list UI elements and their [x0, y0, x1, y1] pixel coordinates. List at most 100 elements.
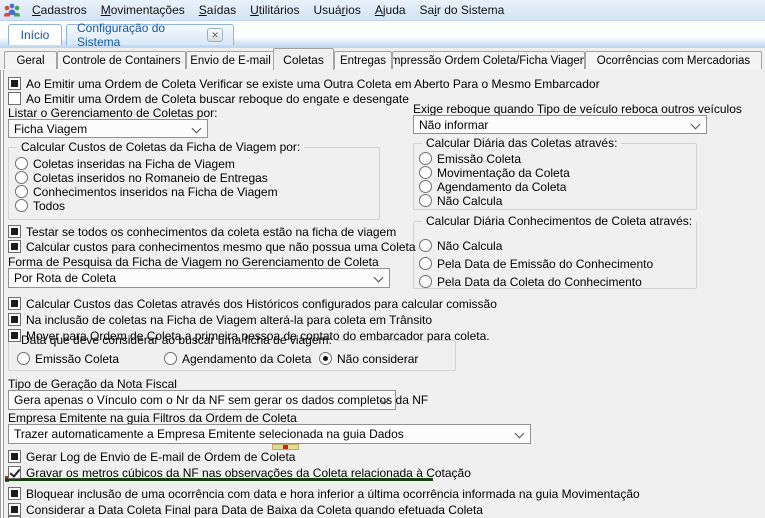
radio-row[interactable]: Não Calcula — [419, 194, 696, 210]
radio-button[interactable] — [419, 180, 432, 193]
checkbox-label: Gravar os metros cúbicos da NF nas obser… — [26, 466, 471, 480]
checkbox[interactable] — [8, 503, 21, 516]
subtab-impressao-ordem-coleta[interactable]: Impressão Ordem Coleta/Ficha Viagem — [392, 51, 585, 69]
radio-button[interactable] — [419, 166, 432, 179]
radio-label: Coletas inseridos no Romaneio de Entrega… — [33, 171, 268, 185]
radio-label: Agendamento da Coleta — [182, 352, 312, 366]
close-tab-icon[interactable]: ✕ — [207, 28, 223, 42]
groupbox-title: Calcular Custos de Coletas da Ficha de V… — [17, 140, 305, 154]
radio-row[interactable]: Pela Data da Coleta do Conhecimento — [419, 275, 696, 291]
menu-movimentacoes[interactable]: Movimentações — [94, 1, 192, 19]
checkbox-label: Ao Emitir uma Ordem de Coleta Verificar … — [26, 77, 600, 91]
checkbox-label: Calcular custos para conhecimentos mesmo… — [26, 240, 416, 254]
checkbox[interactable] — [8, 487, 21, 500]
radio-button[interactable] — [419, 275, 432, 288]
document-tab-strip: Início Configuração do Sistema ✕ — [0, 21, 765, 49]
radio-row[interactable]: Todos — [15, 199, 379, 215]
radio-row[interactable]: Pela Data de Emissão do Conhecimento — [419, 257, 696, 273]
checkbox-label: Testar se todos os conhecimentos da cole… — [26, 225, 397, 239]
radio-button[interactable] — [319, 352, 332, 365]
radio-button[interactable] — [164, 352, 177, 365]
radio-label: Movimentação da Coleta — [437, 166, 570, 180]
subtab-envio-de-email[interactable]: Envio de E-mail — [186, 51, 275, 69]
checkbox-label: Mover para Ordem de Coleta a primeira pe… — [26, 329, 490, 343]
subtab-controle-de-containers[interactable]: Controle de Containers — [57, 51, 186, 69]
radio-row[interactable]: Não considerar — [319, 352, 464, 368]
subtab-ocorrencias-mercadorias[interactable]: Ocorrências com Mercadorias — [585, 51, 762, 69]
checkbox-row[interactable]: Ao Emitir uma Ordem de Coleta buscar reb… — [8, 92, 765, 108]
menu-sair-do-sistema[interactable]: Sair do Sistema — [413, 1, 512, 19]
settings-tab-bar: Geral Controle de Containers Envio de E-… — [0, 48, 765, 118]
listar-gerenciamento-combo[interactable]: Ficha Viagem — [8, 119, 208, 138]
radio-button[interactable] — [15, 171, 28, 184]
checkbox-row[interactable]: Gerar Log de Envio de E-mail de Ordem de… — [8, 450, 765, 466]
listar-gerenciamento-label: Listar o Gerenciamento de Coletas por: — [8, 106, 218, 120]
checkbox-label: Calcular Custos das Coletas através dos … — [26, 297, 497, 311]
radio-button[interactable] — [15, 185, 28, 198]
subtab-geral[interactable]: Geral — [4, 51, 57, 69]
subtab-entregas[interactable]: Entregas — [334, 51, 392, 69]
subtab-coletas[interactable]: Coletas — [273, 48, 334, 70]
menu-ajuda[interactable]: Ajuda — [368, 1, 413, 19]
radio-label: Coletas inseridas na Ficha de Viagem — [33, 157, 235, 171]
chevron-down-icon — [191, 123, 202, 134]
menu-usuarios[interactable]: Usuários — [306, 1, 367, 19]
app-window: Cadastros Movimentações Saídas Utilitári… — [0, 0, 765, 518]
radio-button[interactable] — [17, 352, 30, 365]
checkbox-row[interactable]: Mover para Ordem de Coleta a primeira pe… — [8, 329, 765, 345]
chevron-down-icon — [514, 428, 525, 439]
menu-utilitarios[interactable]: Utilitários — [243, 1, 306, 19]
radio-label: Não Calcula — [437, 194, 503, 208]
checkbox[interactable] — [8, 313, 21, 326]
tipo-geracao-nf-combo[interactable]: Gera apenas o Vínculo com o Nr da NF sem… — [8, 390, 428, 410]
checkbox-row[interactable]: Na inclusão de coletas na Ficha de Viage… — [8, 313, 765, 329]
checkbox[interactable] — [8, 77, 21, 90]
checkbox-label: Na inclusão de coletas na Ficha de Viage… — [26, 313, 433, 327]
radio-label: Todos — [33, 199, 66, 213]
chevron-down-icon — [373, 272, 384, 283]
radio-row[interactable]: Agendamento da Coleta — [164, 352, 312, 368]
checkbox-label: Gerar Log de Envio de E-mail de Ordem de… — [26, 450, 296, 464]
radio-label: Emissão Coleta — [35, 352, 120, 366]
radio-button[interactable] — [419, 194, 432, 207]
checkbox-row[interactable]: Bloquear inclusão de uma ocorrência com … — [8, 487, 765, 503]
radio-row[interactable]: Emissão Coleta — [17, 352, 162, 368]
empresa-emitente-label: Empresa Emitente na guia Filtros da Orde… — [8, 411, 297, 425]
radio-label: Pela Data de Emissão do Conhecimento — [437, 257, 654, 271]
users-icon — [4, 3, 20, 17]
menu-cadastros[interactable]: Cadastros — [25, 1, 94, 19]
radio-button[interactable] — [419, 152, 432, 165]
radio-label: Não considerar — [337, 352, 419, 366]
exige-reboque-combo[interactable]: Não informar — [413, 115, 707, 134]
chevron-down-icon — [690, 119, 701, 130]
checkbox-label: Ao Emitir uma Ordem de Coleta buscar reb… — [26, 92, 409, 106]
empresa-emitente-combo[interactable]: Trazer automaticamente a Empresa Emitent… — [8, 424, 531, 444]
checkbox[interactable] — [8, 297, 21, 310]
checkbox-row[interactable]: Testar se todos os conhecimentos da cole… — [8, 225, 765, 241]
radio-label: Agendamento da Coleta — [437, 180, 567, 194]
forma-pesquisa-combo[interactable]: Por Rota de Coleta — [8, 268, 390, 288]
checkbox-row[interactable]: Gravar os metros cúbicos da NF nas obser… — [8, 466, 765, 482]
forma-pesquisa-label: Forma de Pesquisa da Ficha de Viagem no … — [8, 255, 379, 269]
checkbox[interactable] — [8, 450, 21, 463]
radio-label: Pela Data da Coleta do Conhecimento — [437, 275, 642, 289]
checkbox[interactable] — [8, 466, 21, 479]
radio-button[interactable] — [419, 257, 432, 270]
checkbox[interactable] — [8, 92, 21, 105]
radio-label: Emissão Coleta — [437, 152, 522, 166]
checkbox-label: Considerar a Data Coleta Final para Data… — [26, 503, 483, 517]
checkbox-row[interactable]: Calcular Custos das Coletas através dos … — [8, 297, 765, 313]
checkbox[interactable] — [8, 240, 21, 253]
tab-inicio[interactable]: Início — [8, 24, 62, 45]
radio-button[interactable] — [15, 199, 28, 212]
checkbox-row[interactable]: Ao Emitir uma Ordem de Coleta Verificar … — [8, 77, 765, 93]
checkbox-row[interactable]: Calcular custos para conhecimentos mesmo… — [8, 240, 765, 256]
groupbox-title: Calcular Diária das Coletas através: — [422, 136, 622, 150]
checkbox-label: Bloquear inclusão de uma ocorrência com … — [26, 487, 640, 501]
menu-saidas[interactable]: Saídas — [192, 1, 243, 19]
radio-button[interactable] — [15, 157, 28, 170]
checkbox[interactable] — [8, 329, 21, 342]
tab-configuracao-do-sistema[interactable]: Configuração do Sistema ✕ — [66, 21, 234, 49]
menu-bar: Cadastros Movimentações Saídas Utilitári… — [0, 0, 765, 21]
checkbox[interactable] — [8, 225, 21, 238]
